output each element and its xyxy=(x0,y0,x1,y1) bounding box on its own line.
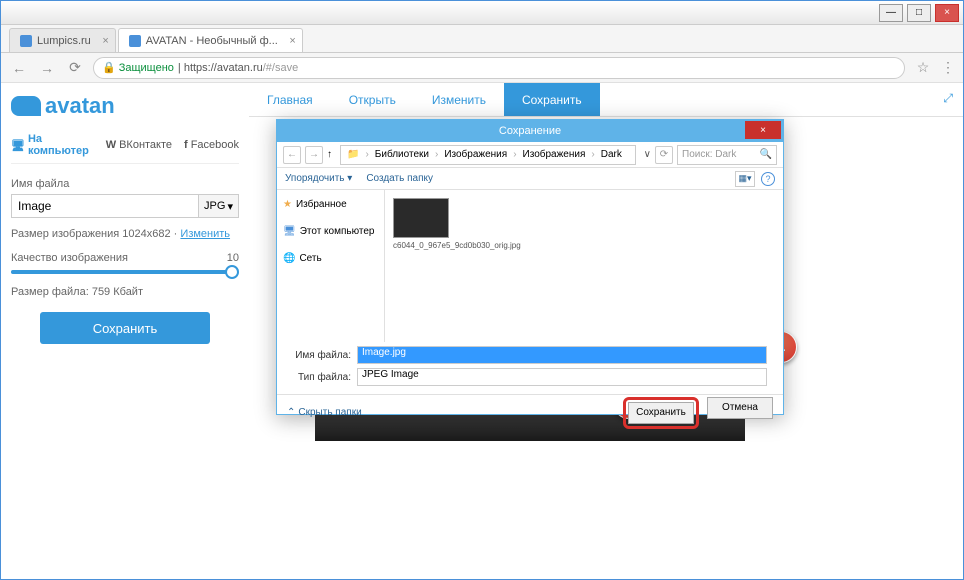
reload-button[interactable]: ⟳ xyxy=(65,58,85,78)
slider-thumb[interactable] xyxy=(225,265,239,279)
nav-open[interactable]: Открыть xyxy=(331,83,414,116)
nav-edit[interactable]: Изменить xyxy=(414,83,504,116)
back-button[interactable]: ← xyxy=(9,58,29,78)
tab-lumpics[interactable]: Lumpics.ru × xyxy=(9,28,116,52)
tab-avatan[interactable]: AVATAN - Необычный ф... × xyxy=(118,28,303,52)
file-item[interactable]: c6044_0_967e5_9cd0b030_orig.jpg xyxy=(393,198,453,334)
dialog-cancel-button[interactable]: Отмена xyxy=(707,397,773,419)
save-dialog: Сохранение× ← → ↑ 📁› Библиотеки› Изображ… xyxy=(276,119,784,415)
sidebar-favorites[interactable]: ★Избранное xyxy=(283,196,378,213)
nav-home[interactable]: Главная xyxy=(249,83,331,116)
window-titlebar: — □ × xyxy=(1,1,963,25)
filename-label: Имя файла xyxy=(11,178,239,190)
callout-save: Сохранить xyxy=(623,397,699,429)
nav-up-icon[interactable]: ↑ xyxy=(327,149,332,160)
file-thumbnail xyxy=(393,198,449,238)
filename-label: Имя файла: xyxy=(293,350,357,361)
maximize-button[interactable]: □ xyxy=(907,4,931,22)
filename-field[interactable]: Image.jpg xyxy=(357,346,767,364)
new-folder-button[interactable]: Создать папку xyxy=(366,173,433,184)
url-input[interactable]: 🔒 Защищено | https://avatan.ru/#/save xyxy=(93,57,905,79)
dest-vk[interactable]: WВКонтакте xyxy=(106,133,172,157)
dialog-sidebar: ★Избранное 🖥Этот компьютер 🌐Сеть xyxy=(277,190,385,342)
star-icon: ★ xyxy=(283,199,292,210)
change-size-link[interactable]: Изменить xyxy=(180,228,230,240)
quality-label: Качество изображения xyxy=(11,252,128,264)
favicon-icon xyxy=(129,35,141,47)
filename-input[interactable] xyxy=(11,194,199,218)
sidebar-network[interactable]: 🌐Сеть xyxy=(283,250,378,267)
network-icon: 🌐 xyxy=(283,253,295,264)
secure-label: Защищено xyxy=(119,62,174,74)
extension-select[interactable]: JPG▾ xyxy=(199,194,239,218)
dialog-save-button[interactable]: Сохранить xyxy=(628,402,694,424)
organize-menu[interactable]: Упорядочить ▾ xyxy=(285,173,352,184)
tab-close-icon[interactable]: × xyxy=(289,35,295,47)
nav-fwd-button[interactable]: → xyxy=(305,146,323,164)
dialog-title: Сохранение× xyxy=(277,120,783,142)
tab-label: AVATAN - Необычный ф... xyxy=(146,35,278,47)
search-input[interactable]: Поиск: Dark🔍 xyxy=(677,145,777,165)
image-size-label: Размер изображения 1024x682 · xyxy=(11,228,177,240)
tab-close-icon[interactable]: × xyxy=(102,35,108,47)
side-panel: avatan 🖥На компьютер WВКонтакте fFaceboo… xyxy=(1,83,249,579)
quality-value: 10 xyxy=(227,252,239,264)
tab-label: Lumpics.ru xyxy=(37,35,91,47)
file-list[interactable]: c6044_0_967e5_9cd0b030_orig.jpg xyxy=(385,190,783,342)
sidebar-computer[interactable]: 🖥Этот компьютер xyxy=(283,223,378,240)
menu-icon[interactable]: ⋮ xyxy=(941,59,955,76)
pc-icon: 🖥 xyxy=(283,226,296,237)
refresh-button[interactable]: ⟳ xyxy=(655,146,673,164)
address-bar: ← → ⟳ 🔒 Защищено | https://avatan.ru/#/s… xyxy=(1,53,963,83)
browser-tabs: Lumpics.ru × AVATAN - Необычный ф... × xyxy=(1,25,963,53)
dest-facebook[interactable]: fFacebook xyxy=(184,133,239,157)
save-button[interactable]: Сохранить xyxy=(40,312,210,344)
hide-folders-toggle[interactable]: ⌃Скрыть папки xyxy=(287,407,362,418)
logo[interactable]: avatan xyxy=(11,93,239,119)
search-icon: 🔍 xyxy=(760,149,772,160)
filesize-label: Размер файла: 759 Кбайт xyxy=(11,286,239,298)
lock-icon: 🔒 xyxy=(102,61,116,74)
chevron-icon: ⌃ xyxy=(287,407,295,418)
filetype-label: Тип файла: xyxy=(293,372,357,383)
favicon-icon xyxy=(20,35,32,47)
dialog-close-button[interactable]: × xyxy=(745,121,781,139)
file-name: c6044_0_967e5_9cd0b030_orig.jpg xyxy=(393,241,453,250)
nav-save[interactable]: Сохранить xyxy=(504,83,600,116)
breadcrumb[interactable]: 📁› Библиотеки› Изображения› Изображения›… xyxy=(340,145,636,165)
expand-icon[interactable]: ⤢ xyxy=(943,91,953,106)
forward-button[interactable]: → xyxy=(37,58,57,78)
nav-back-button[interactable]: ← xyxy=(283,146,301,164)
chevron-down-icon: ▾ xyxy=(227,200,233,213)
view-mode-button[interactable]: ▦▾ xyxy=(735,171,755,187)
filetype-field[interactable]: JPEG Image xyxy=(357,368,767,386)
quality-slider[interactable] xyxy=(11,270,239,274)
dest-computer[interactable]: 🖥На компьютер xyxy=(11,133,94,157)
minimize-button[interactable]: — xyxy=(879,4,903,22)
star-icon[interactable]: ☆ xyxy=(913,58,933,78)
close-button[interactable]: × xyxy=(935,4,959,22)
logo-icon xyxy=(11,96,41,116)
help-icon[interactable]: ? xyxy=(761,172,775,186)
